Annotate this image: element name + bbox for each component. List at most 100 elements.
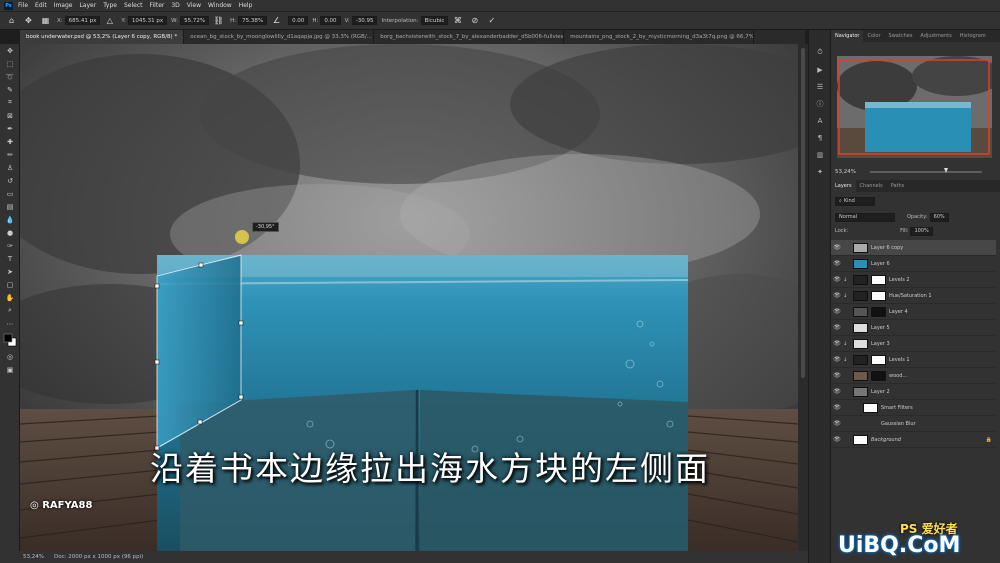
screen-mode-icon[interactable]: ▣: [0, 363, 20, 376]
layer-row[interactable]: 👁 Layer 5: [831, 320, 996, 336]
color-swatches-icon[interactable]: [0, 330, 20, 350]
smart-filter-mask-thumbnail[interactable]: [863, 402, 878, 413]
layer-row[interactable]: 👁 Layer 6: [831, 256, 996, 272]
layer-mask-thumbnail[interactable]: [871, 370, 886, 381]
fill-field[interactable]: 100%: [910, 226, 933, 236]
blur-tool-icon[interactable]: 💧: [0, 213, 20, 226]
menu-select[interactable]: Select: [124, 2, 143, 9]
menu-filter[interactable]: Filter: [150, 2, 165, 9]
layer-name[interactable]: wood...: [889, 373, 907, 379]
layer-row[interactable]: 👁 ↓ Levels 2: [831, 272, 996, 288]
commit-transform-icon[interactable]: ✓: [486, 15, 497, 26]
home-icon[interactable]: ⌂: [6, 15, 17, 26]
visibility-eye-icon[interactable]: 👁: [831, 340, 843, 347]
tab-layers[interactable]: Layers: [831, 180, 856, 192]
scroll-thumb[interactable]: [801, 48, 805, 378]
visibility-eye-icon[interactable]: 👁: [831, 276, 843, 283]
menu-type[interactable]: Type: [103, 2, 117, 9]
more-tools-icon[interactable]: ⋯: [0, 317, 20, 330]
layer-row[interactable]: 👁 Layer 4: [831, 304, 996, 320]
layer-name[interactable]: Levels 2: [889, 277, 910, 283]
visibility-eye-icon[interactable]: 👁: [831, 372, 843, 379]
menu-help[interactable]: Help: [239, 2, 253, 9]
path-select-tool-icon[interactable]: ➤: [0, 265, 20, 278]
layer-name[interactable]: Layer 5: [871, 325, 890, 331]
menu-view[interactable]: View: [187, 2, 201, 9]
visibility-eye-icon[interactable]: 👁: [831, 356, 843, 363]
layer-name[interactable]: Layer 3: [871, 341, 890, 347]
eyedropper-tool-icon[interactable]: ✒: [0, 122, 20, 135]
history-brush-tool-icon[interactable]: ↺: [0, 174, 20, 187]
visibility-eye-icon[interactable]: 👁: [831, 388, 843, 395]
layer-name[interactable]: Layer 6: [871, 261, 890, 267]
libraries-icon[interactable]: ▥: [809, 146, 831, 163]
tab-navigator[interactable]: Navigator: [831, 30, 864, 42]
reference-point-icon[interactable]: ▦: [40, 15, 51, 26]
tab-mountains[interactable]: mountains_png_stock_2_by_mysticmorning_d…: [564, 30, 755, 44]
menu-image[interactable]: Image: [54, 2, 73, 9]
angle-field[interactable]: 0.00: [288, 16, 309, 25]
layer-name[interactable]: Layer 2: [871, 389, 890, 395]
visibility-eye-icon[interactable]: 👁: [831, 436, 843, 443]
eraser-tool-icon[interactable]: ▭: [0, 187, 20, 200]
tab-adjustments[interactable]: Adjustments: [916, 30, 955, 42]
cancel-transform-icon[interactable]: ⊘: [469, 15, 480, 26]
layer-row[interactable]: 👁 wood...: [831, 368, 996, 384]
layer-row[interactable]: 👁 Layer 6 copy: [831, 240, 996, 256]
blend-mode-select[interactable]: Normal: [835, 212, 895, 222]
layer-name[interactable]: Smart Filters: [881, 405, 913, 411]
layer-name[interactable]: Background: [871, 437, 901, 443]
info-icon[interactable]: ⓘ: [809, 95, 831, 112]
visibility-eye-icon[interactable]: 👁: [831, 260, 843, 267]
status-zoom[interactable]: 53,24%: [23, 554, 44, 560]
frame-tool-icon[interactable]: ⊠: [0, 109, 20, 122]
zoom-tool-icon[interactable]: ⌕: [0, 304, 20, 317]
tab-histogram[interactable]: Histogram: [956, 30, 990, 42]
pen-tool-icon[interactable]: ✑: [0, 239, 20, 252]
link-icon[interactable]: ⛓: [213, 15, 224, 26]
layer-mask-thumbnail[interactable]: [871, 290, 886, 301]
dodge-tool-icon[interactable]: ●: [0, 226, 20, 239]
layer-row[interactable]: 👁 ↓ Hue/Saturation 1: [831, 288, 996, 304]
menu-window[interactable]: Window: [208, 2, 232, 9]
visibility-eye-icon[interactable]: 👁: [831, 404, 843, 411]
type-tool-icon[interactable]: T: [0, 252, 20, 265]
tab-color[interactable]: Color: [863, 30, 884, 42]
hand-tool-icon[interactable]: ✋: [0, 291, 20, 304]
layer-mask-thumbnail[interactable]: [871, 274, 886, 285]
interpolation-select[interactable]: Bicubic: [420, 16, 449, 25]
v-skew-field[interactable]: -30.95: [351, 16, 378, 25]
quick-select-tool-icon[interactable]: ✎: [0, 83, 20, 96]
tab-borg-stock[interactable]: borg_bachsisterwith_stock_7_by_alexander…: [374, 30, 565, 44]
visibility-eye-icon[interactable]: 👁: [831, 324, 843, 331]
visibility-eye-icon[interactable]: 👁: [831, 420, 843, 427]
layer-mask-thumbnail[interactable]: [871, 354, 886, 365]
navigator-preview[interactable]: [837, 56, 992, 158]
menu-layer[interactable]: Layer: [79, 2, 96, 9]
tab-swatches[interactable]: Swatches: [885, 30, 917, 42]
x-field[interactable]: 685.41 px: [64, 16, 101, 25]
gradient-tool-icon[interactable]: ▤: [0, 200, 20, 213]
status-doc-info[interactable]: Doc: 2000 px x 1000 px (96 ppi): [54, 554, 143, 560]
layer-name[interactable]: Gaussian Blur: [881, 421, 916, 427]
y-field[interactable]: 1045.31 px: [127, 16, 168, 25]
visibility-eye-icon[interactable]: 👁: [831, 308, 843, 315]
h-skew-field[interactable]: 0.00: [320, 16, 341, 25]
menu-3d[interactable]: 3D: [171, 2, 179, 9]
move-tool-preset-icon[interactable]: ✥: [23, 15, 34, 26]
tab-ocean-bg[interactable]: ocean_bg_stock_by_moonglowlilly_d1aqapja…: [184, 30, 375, 44]
layer-row[interactable]: 👁 ↓ Levels 1: [831, 352, 996, 368]
menu-edit[interactable]: Edit: [35, 2, 47, 9]
tab-book-underwater[interactable]: book underwater.psd @ 53,2% (Layer 6 cop…: [20, 30, 185, 44]
photoshop-logo-icon[interactable]: Ps: [4, 1, 13, 10]
navigator-zoom-value[interactable]: 53,24%: [835, 169, 856, 175]
tab-channels[interactable]: Channels: [856, 180, 887, 192]
lasso-tool-icon[interactable]: ➰: [0, 70, 20, 83]
visibility-eye-icon[interactable]: 👁: [831, 244, 843, 251]
healing-tool-icon[interactable]: ✚: [0, 135, 20, 148]
layer-mask-thumbnail[interactable]: [871, 306, 886, 317]
brush-tool-icon[interactable]: ✏: [0, 148, 20, 161]
tab-paths[interactable]: Paths: [887, 180, 909, 192]
brushes-icon[interactable]: ✦: [809, 163, 831, 180]
actions-icon[interactable]: ▶: [809, 61, 831, 78]
